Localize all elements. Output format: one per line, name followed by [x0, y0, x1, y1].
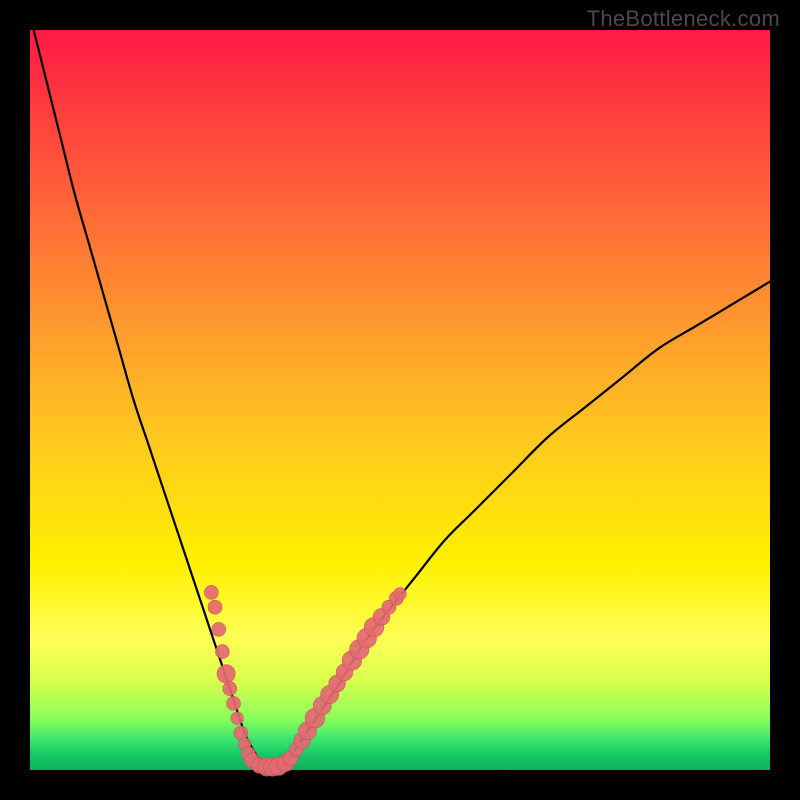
chart-frame: TheBottleneck.com [0, 0, 800, 800]
data-marker [394, 588, 407, 601]
bottleneck-curve [30, 15, 770, 766]
data-marker [204, 585, 218, 599]
data-marker [217, 665, 235, 683]
data-marker [215, 645, 229, 659]
curve-markers [204, 585, 406, 776]
data-marker [223, 682, 237, 696]
chart-svg [30, 30, 770, 770]
data-marker [212, 622, 226, 636]
watermark-text: TheBottleneck.com [587, 6, 780, 32]
data-marker [227, 696, 241, 710]
plot-area [30, 30, 770, 770]
data-marker [231, 712, 244, 725]
data-marker [208, 600, 222, 614]
